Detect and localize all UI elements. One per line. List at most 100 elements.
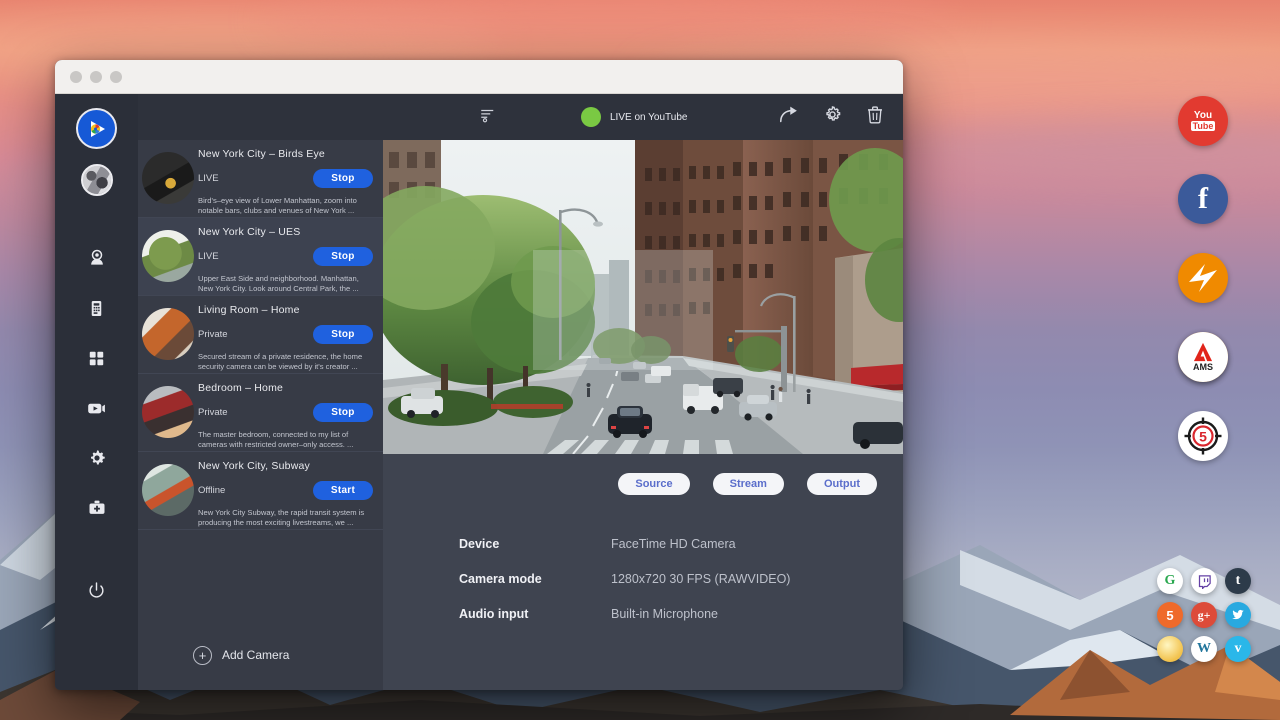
sidebar-item-logs[interactable] <box>77 288 117 328</box>
live-status-label: LIVE on YouTube <box>610 112 687 123</box>
tab-stream[interactable]: Stream <box>713 473 784 495</box>
g-label: G <box>1165 573 1176 589</box>
camera-list-item[interactable]: New York City – Birds EyeLIVEStopBird's–… <box>138 140 383 218</box>
camera-thumbnail <box>142 230 194 282</box>
camera-thumbnail <box>142 464 194 516</box>
source-stream-output-tabs: Source Stream Output <box>383 454 903 514</box>
ams-label: AMS <box>1193 363 1213 372</box>
desktop-icon-wowza-alt[interactable] <box>1178 253 1228 303</box>
desktop-icon-wordpress[interactable]: W <box>1191 636 1217 662</box>
twitter-bird-icon <box>1231 608 1245 622</box>
camera-action-button[interactable]: Stop <box>313 247 373 266</box>
window-title-bar[interactable] <box>55 60 903 94</box>
vimeo-label: v <box>1235 641 1242 657</box>
camera-action-button[interactable]: Stop <box>313 169 373 188</box>
sidebar-item-dashboard[interactable] <box>77 338 117 378</box>
adobe-a-icon <box>1192 342 1214 362</box>
wowza-bolt-icon <box>1183 258 1223 298</box>
tab-source[interactable]: Source <box>618 473 689 495</box>
minimize-button[interactable] <box>90 71 102 83</box>
spec-value[interactable]: FaceTime HD Camera <box>611 537 736 551</box>
facebook-label: f <box>1198 182 1208 216</box>
main-panel: LIVE on YouTube <box>383 94 903 690</box>
desktop-icon-youtube[interactable]: YouTube <box>1178 96 1228 146</box>
camera-state: Private <box>198 329 313 340</box>
desktop-icon-g-green[interactable]: G <box>1157 568 1183 594</box>
camera-thumbnail <box>142 152 194 204</box>
video-icon <box>86 398 107 419</box>
equalizer-icon[interactable] <box>479 106 497 129</box>
video-preview[interactable] <box>383 140 903 454</box>
app-window: New York City – Birds EyeLIVEStopBird's–… <box>55 60 903 690</box>
twitch-icon <box>1197 574 1212 589</box>
app-logo-icon[interactable] <box>76 108 117 149</box>
camera-action-button[interactable]: Stop <box>313 403 373 422</box>
desktop-icon-five-orange[interactable]: 5 <box>1157 602 1183 628</box>
camera-list[interactable]: New York City – Birds EyeLIVEStopBird's–… <box>138 140 383 620</box>
document-icon <box>87 299 106 318</box>
spec-row: Camera mode1280x720 30 FPS (RAWVIDEO) <box>459 561 903 596</box>
sidebar-item-settings[interactable] <box>77 438 117 478</box>
desktop-icon-facebook[interactable]: f <box>1178 174 1228 224</box>
desktop-icon-vimeo[interactable]: v <box>1225 636 1251 662</box>
camera-description: New York City Subway, the rapid transit … <box>198 508 373 530</box>
first-aid-kit-icon <box>87 498 107 518</box>
spec-row: Audio inputBuilt-in Microphone <box>459 596 903 631</box>
camera-list-item[interactable]: New York City, SubwayOfflineStartNew Yor… <box>138 452 383 530</box>
sidebar-item-user-avatar[interactable] <box>81 164 113 196</box>
camera-description: Bird's–eye view of Lower Manhattan, zoom… <box>198 196 373 218</box>
tumblr-label: t <box>1236 573 1241 589</box>
source-details: DeviceFaceTime HD CameraCamera mode1280x… <box>383 514 903 631</box>
camera-description: Secured stream of a private residence, t… <box>198 352 373 374</box>
camera-action-button[interactable]: Start <box>313 481 373 500</box>
sidebar-item-camera[interactable] <box>77 238 117 278</box>
sidebar-item-power[interactable] <box>77 570 117 610</box>
camera-state: LIVE <box>198 173 313 184</box>
spec-value[interactable]: 1280x720 30 FPS (RAWVIDEO) <box>611 572 790 586</box>
five-label: 5 <box>1166 608 1173 623</box>
desktop-icon-twitch[interactable] <box>1191 568 1217 594</box>
desktop-icon-tumblr[interactable]: t <box>1225 568 1251 594</box>
desktop-icon-five-target[interactable]: 5 <box>1178 411 1228 461</box>
svg-text:5: 5 <box>1199 429 1207 445</box>
desktop-icon-sun-yellow[interactable] <box>1157 636 1183 662</box>
live-stream-frame <box>383 140 903 454</box>
camera-description: Upper East Side and neighborhood. Manhat… <box>198 274 373 296</box>
tab-output[interactable]: Output <box>807 473 877 495</box>
target-five-icon: 5 <box>1181 414 1225 458</box>
power-icon <box>87 581 106 600</box>
sidebar-item-support[interactable] <box>77 488 117 528</box>
spec-key: Camera mode <box>459 572 611 586</box>
camera-list-item[interactable]: Bedroom – HomePrivateStopThe master bedr… <box>138 374 383 452</box>
camera-action-button[interactable]: Stop <box>313 325 373 344</box>
trash-icon[interactable] <box>865 104 885 130</box>
google-plus-label: g+ <box>1198 608 1211 623</box>
camera-title: New York City – UES <box>198 226 373 238</box>
camera-list-item[interactable]: New York City – UES LIVEStop Upper East Si… <box>138 218 383 296</box>
camera-title: Living Room – Home <box>198 304 373 316</box>
camera-title: Bedroom – Home <box>198 382 373 394</box>
gear-icon[interactable] <box>822 104 843 130</box>
camera-thumbnail <box>142 308 194 360</box>
grid-icon <box>87 349 106 368</box>
desktop-icon-google-plus[interactable]: g+ <box>1191 602 1217 628</box>
spec-value[interactable]: Built-in Microphone <box>611 607 718 621</box>
plus-icon: + <box>193 646 212 665</box>
desktop-icon-twitter[interactable] <box>1225 602 1251 628</box>
camera-list-item[interactable]: Living Room – Home PrivateStop Secured str… <box>138 296 383 374</box>
main-toolbar: LIVE on YouTube <box>383 94 903 140</box>
desktop-icon-adobe-ams[interactable]: AMS <box>1178 332 1228 382</box>
youtube-label: YouTube <box>1191 111 1216 132</box>
add-camera-label: Add Camera <box>222 648 289 662</box>
spec-key: Device <box>459 537 611 551</box>
share-icon[interactable] <box>778 104 800 131</box>
camera-title: New York City, Subway <box>198 460 373 472</box>
close-button[interactable] <box>70 71 82 83</box>
camera-icon <box>87 248 107 268</box>
spec-row: DeviceFaceTime HD Camera <box>459 526 903 561</box>
camera-list-header <box>138 94 383 140</box>
add-camera-button[interactable]: + Add Camera <box>138 620 383 690</box>
maximize-button[interactable] <box>110 71 122 83</box>
camera-state: LIVE <box>198 251 313 262</box>
sidebar-item-streams[interactable] <box>77 388 117 428</box>
